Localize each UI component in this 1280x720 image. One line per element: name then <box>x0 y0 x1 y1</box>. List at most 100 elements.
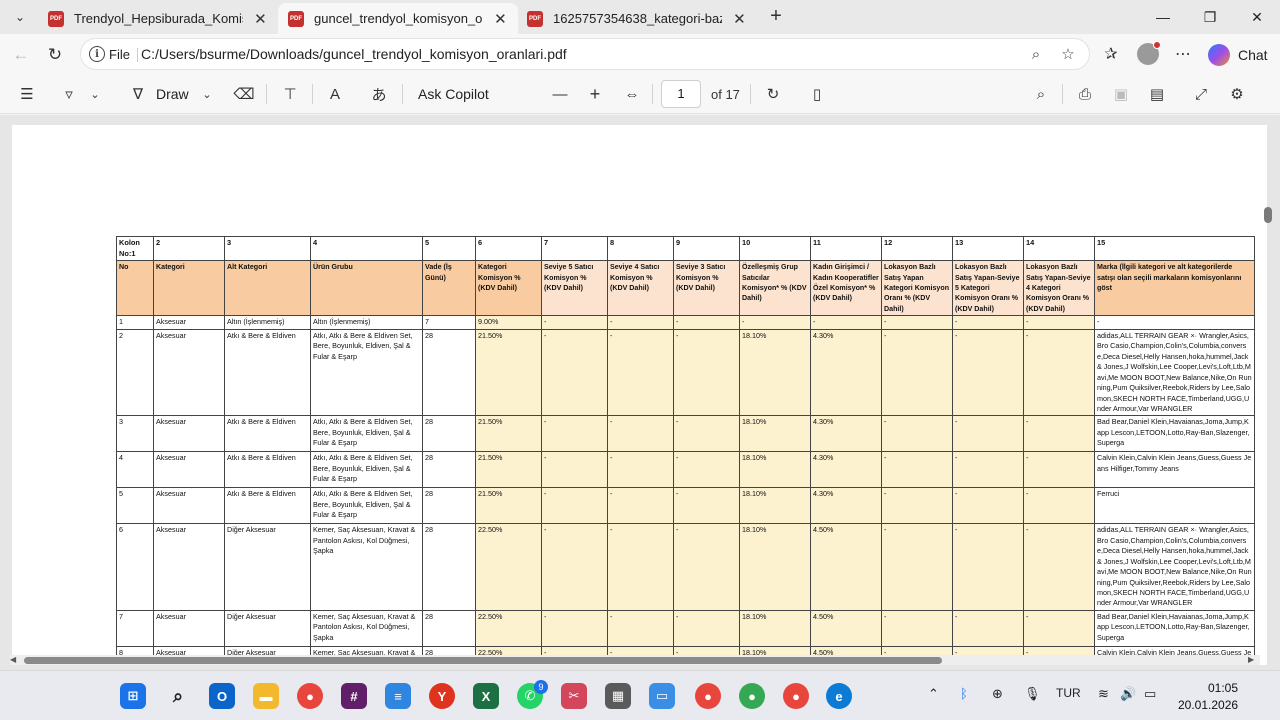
notepad-icon[interactable]: ≡ <box>385 683 411 709</box>
table-cell: - <box>881 451 953 489</box>
close-icon[interactable]: ✕ <box>732 10 747 28</box>
tab-trendyol-hepsiburada[interactable]: PDF Trendyol_Hepsiburada_Komisyon ✕ <box>38 3 278 34</box>
minimize-icon: — <box>1156 9 1170 25</box>
search-icon[interactable]: ⌕ <box>165 683 191 709</box>
copilot-chat-button[interactable]: Chat <box>1208 42 1268 68</box>
yandex-icon[interactable]: Y <box>429 683 455 709</box>
settings-icon[interactable]: ⚙ <box>1226 82 1248 106</box>
system-clock[interactable]: 01:05 20.01.2026 <box>1178 680 1238 714</box>
favorites-icon[interactable]: ✰ <box>1098 42 1124 68</box>
chrome-profile-icon[interactable]: ● <box>783 683 809 709</box>
fullscreen-icon[interactable]: ⤢ <box>1190 82 1212 106</box>
table-cell: Atkı, Atkı & Bere & Eldiven Set, Bere, B… <box>310 415 423 453</box>
info-icon[interactable]: i <box>89 46 105 62</box>
table-cell: - <box>952 523 1024 611</box>
restore-button[interactable]: ❐ <box>1187 4 1233 30</box>
snipping-tool-icon[interactable]: ✂ <box>561 683 587 709</box>
header-cell: Lokasyon Bazlı Satış Yapan Kategori Komi… <box>881 260 953 317</box>
chevron-down-icon[interactable]: ⌄ <box>200 82 214 106</box>
tab-guncel-trendyol[interactable]: PDF guncel_trendyol_komisyon_oranlari.pd… <box>278 3 518 34</box>
horizontal-scrollbar-thumb[interactable] <box>24 657 942 664</box>
microphone-icon[interactable]: 🎙 <box>1024 686 1041 702</box>
pdf-toolbar: ☰ ▿ ⌄ ∇ Draw ⌄ ⌫ ⊤ A あ Ask Copilot — + ⇔… <box>0 74 1280 114</box>
battery-icon[interactable]: ▭ <box>1144 686 1156 702</box>
minimize-button[interactable]: — <box>1140 4 1186 30</box>
address-bar[interactable]: i File C:/Users/bsurme/Downloads/guncel_… <box>80 38 1090 70</box>
language-indicator[interactable]: TUR <box>1056 686 1081 700</box>
whatsapp-badge: 9 <box>534 680 548 694</box>
read-aloud-icon[interactable]: A <box>324 82 346 106</box>
divider <box>266 84 267 104</box>
volume-icon[interactable]: 🔊 <box>1120 686 1136 702</box>
ask-copilot-button[interactable]: Ask Copilot <box>418 82 489 106</box>
slack-icon[interactable]: # <box>341 683 367 709</box>
excel-icon[interactable]: X <box>473 683 499 709</box>
url-text[interactable]: C:/Users/bsurme/Downloads/guncel_trendyo… <box>141 46 567 62</box>
arrow-left-icon: ← <box>12 45 30 64</box>
vertical-scrollbar-thumb[interactable] <box>1264 207 1272 223</box>
table-row: 2 Aksesuar Atkı & Bere & Eldiven Atkı, Atkı… <box>116 328 1255 417</box>
print-icon[interactable]: ⎙ <box>1074 82 1096 106</box>
table-cell: - <box>607 315 674 330</box>
close-window-button[interactable]: ✕ <box>1234 4 1280 30</box>
zoom-out-icon[interactable]: — <box>550 82 570 106</box>
table-cell: 4.50% <box>810 609 882 647</box>
draw-icon[interactable]: ∇ <box>128 82 148 106</box>
close-icon[interactable]: ✕ <box>493 10 508 28</box>
start-icon[interactable]: ⊞ <box>120 683 146 709</box>
table-cell: - <box>952 328 1024 417</box>
calculator-icon[interactable]: ▦ <box>605 683 631 709</box>
profile-avatar[interactable] <box>1137 41 1161 65</box>
back-button[interactable]: ← <box>8 42 34 68</box>
tab-kategori-bazli[interactable]: PDF 1625757354638_kategori-bazli-komisyo… <box>517 3 757 34</box>
pdf-file-icon: PDF <box>48 10 64 27</box>
chrome-profile-icon[interactable]: ● <box>695 683 721 709</box>
chrome-profile-icon[interactable]: ● <box>739 683 765 709</box>
fit-to-width-icon[interactable]: ⇔ <box>620 82 644 106</box>
chevron-up-icon[interactable]: ⌃ <box>928 686 939 702</box>
tab-actions-menu-button[interactable]: ⌄ <box>6 4 34 30</box>
scroll-right-arrow-icon[interactable]: ▶ <box>1248 655 1254 664</box>
bluetooth-icon[interactable]: ᛒ <box>960 686 968 701</box>
table-row: 6 Aksesuar Diğer Aksesuar Kemer, Saç Aksesu… <box>116 523 1255 611</box>
favorite-star-icon[interactable]: ☆ <box>1058 45 1078 65</box>
scroll-left-arrow-icon[interactable]: ◀ <box>10 655 16 664</box>
contents-icon[interactable]: ☰ <box>16 82 38 106</box>
table-cell: Atkı, Atkı & Bere & Eldiven Set, Bere, B… <box>310 487 423 525</box>
search-icon[interactable]: ⌕ <box>1030 82 1052 106</box>
new-tab-button[interactable]: + <box>764 5 788 29</box>
wifi-icon[interactable]: ≋ <box>1098 686 1109 702</box>
table-row: 7 Aksesuar Diğer Aksesuar Kemer, Saç Aksesu… <box>116 609 1255 647</box>
refresh-button[interactable]: ↻ <box>42 42 68 68</box>
close-icon[interactable]: ✕ <box>253 10 268 28</box>
tab-label: 1625757354638_kategori-bazli-komisyon <box>553 11 722 26</box>
table-cell: Bad Bear,Daniel Klein,Havaianas,Joma,Jum… <box>1094 415 1255 453</box>
highlight-icon[interactable]: ▿ <box>58 82 80 106</box>
draw-button[interactable]: Draw <box>156 82 189 106</box>
add-text-icon[interactable]: ⊤ <box>280 82 300 106</box>
chrome-icon[interactable]: ● <box>297 683 323 709</box>
table-cell: Atkı, Atkı & Bere & Eldiven Set, Bere, B… <box>310 328 423 417</box>
pdf-file-icon: PDF <box>288 10 304 27</box>
eraser-icon[interactable]: ⌫ <box>233 82 254 106</box>
table-cell: 18.10% <box>739 415 811 453</box>
outlook-icon[interactable]: O <box>209 683 235 709</box>
save-icon[interactable]: ▣ <box>1110 82 1132 106</box>
more-options-icon[interactable]: ⋯ <box>1170 42 1196 68</box>
edge-icon[interactable]: e <box>826 683 852 709</box>
divider <box>1062 84 1063 104</box>
network-icon[interactable]: ⊕ <box>992 686 1003 702</box>
sticky-notes-icon[interactable]: ▭ <box>649 683 675 709</box>
page-view-icon[interactable]: ▯ <box>806 82 828 106</box>
zoom-icon[interactable]: ⌕ <box>1026 45 1046 65</box>
table-cell: Ferruci <box>1094 487 1255 525</box>
page-number-input[interactable]: 1 <box>661 80 701 108</box>
rotate-icon[interactable]: ↻ <box>762 82 784 106</box>
save-as-icon[interactable]: ▤ <box>1146 82 1168 106</box>
table-cell: 28 <box>422 415 476 453</box>
chevron-down-icon[interactable]: ⌄ <box>88 82 102 106</box>
file-explorer-icon[interactable]: ▬ <box>253 683 279 709</box>
zoom-in-icon[interactable]: + <box>585 82 605 106</box>
translate-icon[interactable]: あ <box>368 82 390 106</box>
header-cell: Kategori Komisyon % (KDV Dahil) <box>475 260 542 317</box>
